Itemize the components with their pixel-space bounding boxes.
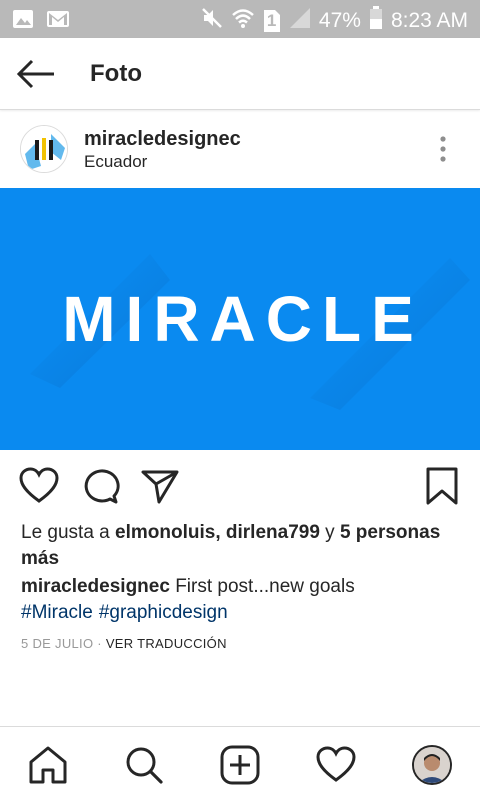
nav-add-post[interactable] [220, 745, 260, 785]
arrow-left-icon [16, 59, 54, 89]
share-icon [141, 470, 179, 504]
page-title: Foto [90, 60, 142, 87]
bookmark-icon [426, 467, 458, 505]
activity-icon [316, 746, 356, 782]
share-button[interactable] [140, 466, 180, 506]
search-icon [126, 747, 163, 784]
battery-icon [369, 6, 383, 36]
comment-button[interactable] [80, 466, 120, 506]
clock: 8:23 AM [390, 9, 468, 32]
battery-percent: 47% [318, 9, 361, 32]
sim-icon: 1 [263, 9, 281, 33]
post-actions [0, 462, 480, 510]
add-icon [220, 745, 260, 785]
post-meta: 5 DE JULIO · VER TRADUCCIÓN [21, 636, 227, 651]
heart-icon [19, 467, 59, 503]
gmail-icon [46, 8, 70, 35]
mute-icon [201, 7, 223, 35]
save-button[interactable] [422, 466, 462, 506]
caption-text: First post...new goals [169, 576, 355, 597]
post-location[interactable]: Ecuador [84, 152, 147, 172]
home-icon [29, 746, 67, 784]
nav-profile[interactable] [412, 745, 452, 785]
hashtags: #Miracle #graphicdesign [21, 600, 234, 626]
see-translation-link[interactable]: VER TRADUCCIÓN [106, 636, 227, 651]
status-bar: 1 47% 8:23 AM [0, 0, 480, 38]
like-button[interactable] [19, 466, 59, 506]
brand-wordmark: MIRACLE [62, 283, 424, 355]
post-header: miracledesignec Ecuador [0, 112, 480, 188]
post-caption: miracledesignec First post...new goals [21, 574, 466, 600]
hashtag-link[interactable]: #graphicdesign [99, 602, 228, 623]
image-icon [12, 8, 34, 35]
post-image[interactable]: MIRACLE [0, 188, 480, 450]
liker-link[interactable]: elmonoluis [115, 522, 215, 543]
comment-icon [84, 469, 120, 504]
wifi-icon [231, 7, 255, 35]
user-avatar[interactable] [20, 125, 68, 173]
miracle-logo-icon [21, 126, 67, 172]
post-username[interactable]: miracledesignec [84, 128, 241, 151]
nav-home[interactable] [28, 745, 68, 785]
liker-link[interactable]: dirlena799 [226, 522, 320, 543]
caption-username[interactable]: miracledesignec [21, 576, 170, 597]
bottom-navigation [0, 726, 480, 800]
profile-avatar [414, 747, 450, 783]
more-vertical-icon [440, 136, 446, 162]
post-date: 5 DE JULIO [21, 636, 94, 651]
more-options-button[interactable] [430, 134, 456, 166]
hashtag-link[interactable]: #Miracle [21, 602, 93, 623]
nav-search[interactable] [124, 745, 164, 785]
nav-activity[interactable] [316, 745, 356, 785]
app-header: Foto [0, 38, 480, 110]
signal-icon [289, 7, 311, 35]
back-button[interactable] [14, 56, 58, 92]
likes-summary: Le gusta a elmonoluis, dirlena799 y 5 pe… [21, 522, 441, 569]
